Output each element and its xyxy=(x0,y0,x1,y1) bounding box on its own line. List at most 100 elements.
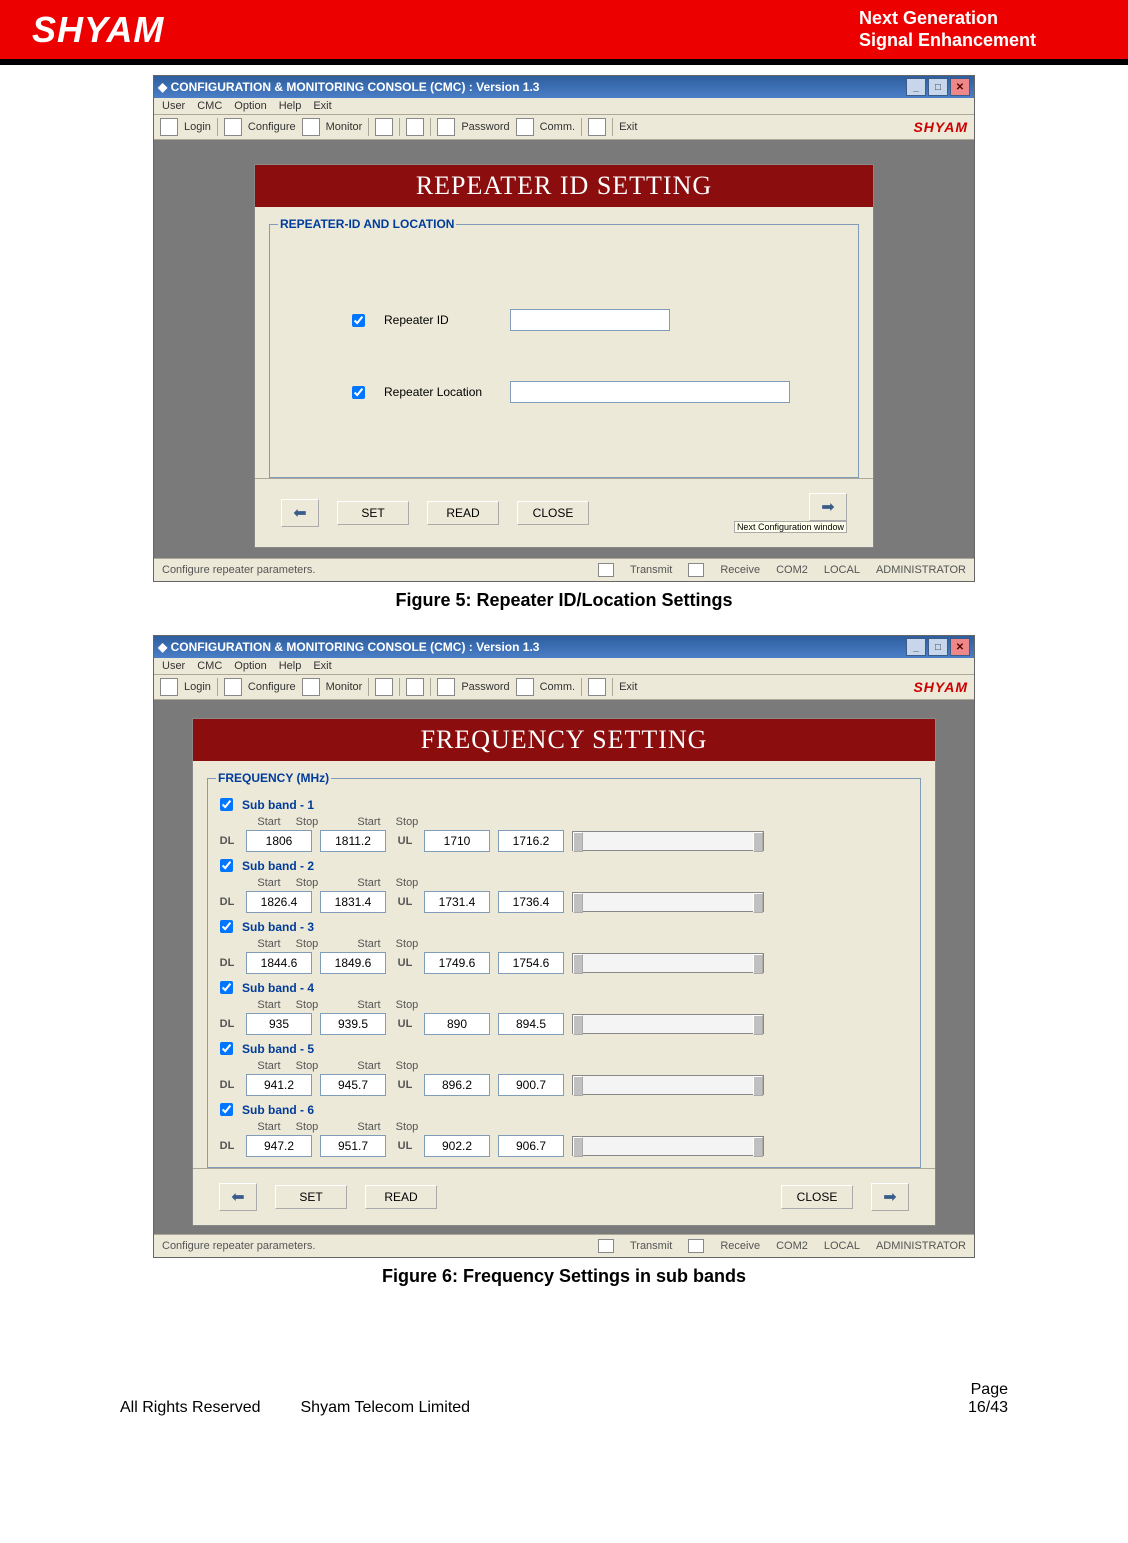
toolbar-configure[interactable]: Configure xyxy=(248,681,296,693)
close-icon[interactable]: ✕ xyxy=(950,78,970,96)
menu-option[interactable]: Option xyxy=(234,660,266,672)
menu-cmc[interactable]: CMC xyxy=(197,660,222,672)
subband-check[interactable] xyxy=(220,1042,233,1055)
ul-stop-field[interactable] xyxy=(498,1135,564,1157)
ul-start-field[interactable] xyxy=(424,1074,490,1096)
ul-start-field[interactable] xyxy=(424,1013,490,1035)
tool-icon[interactable] xyxy=(375,118,393,136)
subband-check[interactable] xyxy=(220,1103,233,1116)
slider-thumb-left[interactable] xyxy=(573,954,583,974)
menu-help[interactable]: Help xyxy=(279,100,302,112)
close-button[interactable]: CLOSE xyxy=(781,1185,853,1209)
subband-check[interactable] xyxy=(220,981,233,994)
next-arrow-icon[interactable]: ➡ xyxy=(871,1183,909,1211)
close-icon[interactable]: ✕ xyxy=(950,638,970,656)
slider-thumb-right[interactable] xyxy=(753,893,763,913)
repeater-id-field[interactable] xyxy=(510,309,670,331)
tool-icon[interactable] xyxy=(406,118,424,136)
range-slider[interactable] xyxy=(572,831,764,851)
login-icon[interactable] xyxy=(160,678,178,696)
configure-icon[interactable] xyxy=(224,678,242,696)
menu-user[interactable]: User xyxy=(162,100,185,112)
login-icon[interactable] xyxy=(160,118,178,136)
monitor-icon[interactable] xyxy=(302,118,320,136)
slider-thumb-right[interactable] xyxy=(753,1076,763,1096)
password-icon[interactable] xyxy=(437,118,455,136)
repeater-location-field[interactable] xyxy=(510,381,790,403)
slider-thumb-right[interactable] xyxy=(753,1015,763,1035)
next-arrow-icon[interactable]: ➡ xyxy=(809,493,847,521)
ul-stop-field[interactable] xyxy=(498,1013,564,1035)
dl-start-field[interactable] xyxy=(246,830,312,852)
dl-start-field[interactable] xyxy=(246,891,312,913)
read-button[interactable]: READ xyxy=(365,1185,437,1209)
range-slider[interactable] xyxy=(572,1136,764,1156)
dl-stop-field[interactable] xyxy=(320,1074,386,1096)
comm-icon[interactable] xyxy=(516,118,534,136)
toolbar-login[interactable]: Login xyxy=(184,681,211,693)
dl-start-field[interactable] xyxy=(246,952,312,974)
slider-thumb-left[interactable] xyxy=(573,1076,583,1096)
set-button[interactable]: SET xyxy=(337,501,409,525)
close-button[interactable]: CLOSE xyxy=(517,501,589,525)
toolbar-comm[interactable]: Comm. xyxy=(540,681,575,693)
configure-icon[interactable] xyxy=(224,118,242,136)
toolbar-password[interactable]: Password xyxy=(461,121,509,133)
comm-icon[interactable] xyxy=(516,678,534,696)
tool-icon[interactable] xyxy=(375,678,393,696)
range-slider[interactable] xyxy=(572,892,764,912)
toolbar-comm[interactable]: Comm. xyxy=(540,121,575,133)
range-slider[interactable] xyxy=(572,1075,764,1095)
toolbar-exit[interactable]: Exit xyxy=(619,121,637,133)
monitor-icon[interactable] xyxy=(302,678,320,696)
tool-icon[interactable] xyxy=(588,678,606,696)
repeater-id-check[interactable] xyxy=(352,314,365,327)
toolbar-monitor[interactable]: Monitor xyxy=(326,681,363,693)
prev-arrow-icon[interactable]: ⬅ xyxy=(281,499,319,527)
ul-start-field[interactable] xyxy=(424,891,490,913)
slider-thumb-left[interactable] xyxy=(573,893,583,913)
ul-stop-field[interactable] xyxy=(498,1074,564,1096)
maximize-icon[interactable]: □ xyxy=(928,638,948,656)
password-icon[interactable] xyxy=(437,678,455,696)
slider-thumb-right[interactable] xyxy=(753,832,763,852)
minimize-icon[interactable]: _ xyxy=(906,78,926,96)
menu-exit[interactable]: Exit xyxy=(313,660,331,672)
menu-cmc[interactable]: CMC xyxy=(197,100,222,112)
minimize-icon[interactable]: _ xyxy=(906,638,926,656)
set-button[interactable]: SET xyxy=(275,1185,347,1209)
menu-option[interactable]: Option xyxy=(234,100,266,112)
menu-help[interactable]: Help xyxy=(279,660,302,672)
range-slider[interactable] xyxy=(572,953,764,973)
slider-thumb-right[interactable] xyxy=(753,1137,763,1157)
toolbar-monitor[interactable]: Monitor xyxy=(326,121,363,133)
dl-stop-field[interactable] xyxy=(320,830,386,852)
toolbar-configure[interactable]: Configure xyxy=(248,121,296,133)
ul-start-field[interactable] xyxy=(424,1135,490,1157)
toolbar-password[interactable]: Password xyxy=(461,681,509,693)
repeater-location-check[interactable] xyxy=(352,386,365,399)
dl-start-field[interactable] xyxy=(246,1013,312,1035)
toolbar-login[interactable]: Login xyxy=(184,121,211,133)
subband-check[interactable] xyxy=(220,859,233,872)
subband-check[interactable] xyxy=(220,920,233,933)
dl-stop-field[interactable] xyxy=(320,952,386,974)
dl-stop-field[interactable] xyxy=(320,891,386,913)
prev-arrow-icon[interactable]: ⬅ xyxy=(219,1183,257,1211)
tool-icon[interactable] xyxy=(588,118,606,136)
read-button[interactable]: READ xyxy=(427,501,499,525)
slider-thumb-left[interactable] xyxy=(573,832,583,852)
maximize-icon[interactable]: □ xyxy=(928,78,948,96)
toolbar-exit[interactable]: Exit xyxy=(619,681,637,693)
slider-thumb-right[interactable] xyxy=(753,954,763,974)
ul-stop-field[interactable] xyxy=(498,952,564,974)
ul-stop-field[interactable] xyxy=(498,830,564,852)
range-slider[interactable] xyxy=(572,1014,764,1034)
ul-stop-field[interactable] xyxy=(498,891,564,913)
dl-start-field[interactable] xyxy=(246,1135,312,1157)
dl-start-field[interactable] xyxy=(246,1074,312,1096)
slider-thumb-left[interactable] xyxy=(573,1015,583,1035)
menu-user[interactable]: User xyxy=(162,660,185,672)
subband-check[interactable] xyxy=(220,798,233,811)
slider-thumb-left[interactable] xyxy=(573,1137,583,1157)
